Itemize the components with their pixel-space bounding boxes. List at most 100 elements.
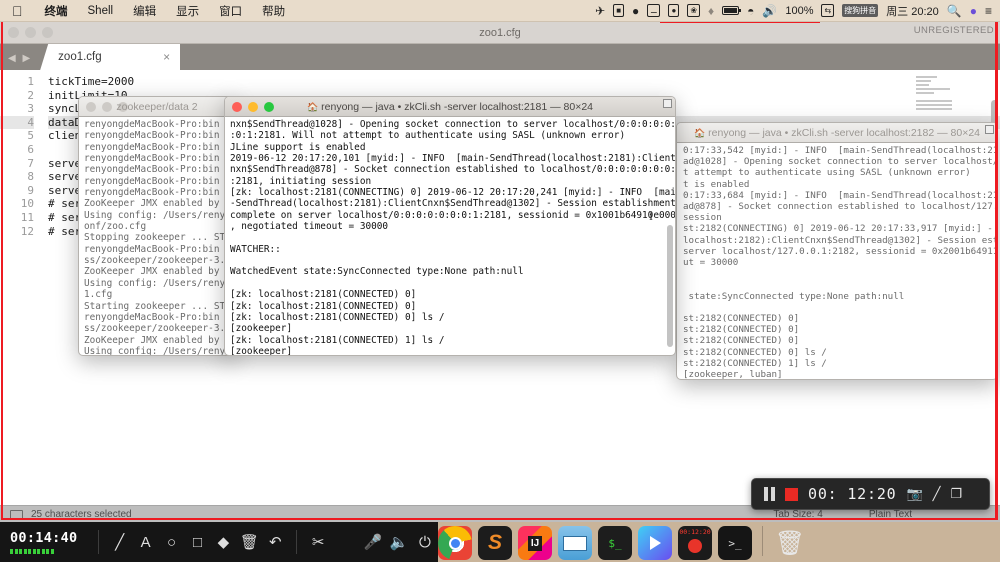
speaker-icon[interactable]: 🔈 bbox=[386, 535, 412, 550]
menu-item-terminal[interactable]: 终端 bbox=[35, 3, 78, 19]
terminal-line: t is enabled bbox=[683, 178, 750, 190]
home-icon: 🏠 bbox=[306, 101, 319, 112]
menu-item-window[interactable]: 窗口 bbox=[209, 3, 252, 19]
recorder-toolbar[interactable]: 00:14:40 ╱ A ○ □ ◆ 🗑 ↶ ✂ 🎤 🔈 ⏻ bbox=[0, 522, 438, 562]
sublime-titlebar: zoo1.cfg UNREGISTERED bbox=[0, 22, 1000, 44]
trash-icon[interactable]: 🗑 bbox=[236, 535, 262, 550]
bell-icon[interactable]: ● bbox=[632, 5, 639, 17]
pause-icon[interactable] bbox=[764, 487, 775, 501]
stop-icon[interactable] bbox=[785, 487, 798, 501]
red-annotation-line-right bbox=[995, 20, 998, 520]
recording-hud[interactable]: 00: 12:20 📷 ╱ ❐ bbox=[751, 478, 990, 510]
rectangle-icon[interactable]: □ bbox=[185, 535, 211, 550]
apple-icon[interactable]:  bbox=[8, 4, 35, 18]
terminal-line: JLine support is enabled bbox=[230, 141, 366, 153]
terminal-line: localhost:2182):ClientCnxn$SendThread@13… bbox=[683, 234, 997, 246]
camera-icon[interactable]: 📷 bbox=[906, 486, 922, 502]
siri-icon[interactable]: ● bbox=[970, 5, 977, 17]
brush-icon[interactable]: ╱ bbox=[107, 535, 133, 550]
trash-icon: 🗑 bbox=[774, 529, 806, 557]
undo-icon[interactable]: ↶ bbox=[262, 535, 288, 550]
clock-label[interactable]: 周三 20:20 bbox=[886, 3, 939, 19]
flower-icon[interactable]: ❀ bbox=[687, 4, 701, 17]
console-icon[interactable] bbox=[10, 509, 23, 519]
display-icon[interactable]: ⚊ bbox=[647, 4, 661, 17]
terminal-line: renyongdeMacBook-Pro:bin bbox=[84, 130, 220, 142]
menu-item-edit[interactable]: 编辑 bbox=[123, 3, 166, 19]
terminal-line: st:2182(CONNECTED) 0] bbox=[683, 313, 800, 325]
dock-recorder-time: 00:12:20 bbox=[679, 528, 711, 536]
text-icon[interactable]: A bbox=[133, 535, 159, 550]
terminal-output-background[interactable]: renyongdeMacBook-Pro:bin renyongdeMacBook… bbox=[79, 117, 235, 355]
dock-terminal[interactable]: >_ bbox=[718, 526, 752, 560]
dock-chrome[interactable] bbox=[438, 526, 472, 560]
dock-keynote[interactable] bbox=[558, 526, 592, 560]
dock-sublime-text[interactable]: S bbox=[478, 526, 512, 560]
dock-player[interactable] bbox=[638, 526, 672, 560]
dock-iterm[interactable]: $_ bbox=[598, 526, 632, 560]
terminal-line: renyongdeMacBook-Pro:bin bbox=[84, 175, 220, 187]
terminal-titlebar-2181[interactable]: 🏠 renyong — java • zkCli.sh -server local… bbox=[225, 97, 675, 117]
terminal-line: renyongdeMacBook-Pro:bin bbox=[84, 164, 220, 176]
keyboard-switch-icon[interactable]: ⇆ bbox=[821, 4, 835, 17]
close-icon[interactable]: × bbox=[163, 50, 170, 64]
resize-grip-icon[interactable] bbox=[985, 125, 994, 134]
code-line[interactable]: tickTime=2000 bbox=[48, 75, 1000, 89]
eraser-icon[interactable]: ◆ bbox=[210, 535, 236, 550]
terminal-output-2182[interactable]: 0:17:33,542 [myid:] - INFO [main-SendThr… bbox=[677, 143, 997, 379]
terminal-titlebar-background[interactable]: zookeeper/data 2 bbox=[79, 97, 235, 117]
terminal-line: nxn$SendThread@1028] - Opening socket co… bbox=[230, 119, 675, 130]
window-icon[interactable]: ❐ bbox=[951, 486, 963, 502]
line-number-gutter: 1 2 3 4 5 6 7 8 9 10 11 12 bbox=[0, 70, 40, 522]
menu-bar-status-items: ✈ ■ ● ⚊ ● ❀ ♦ ◓ 🔊 100% ⇆ 搜狗拼音 周三 20:20 🔍… bbox=[595, 3, 1000, 19]
line-number: 2 bbox=[27, 88, 34, 102]
menu-item-help[interactable]: 帮助 bbox=[252, 3, 295, 19]
terminal-output-2181[interactable]: nxn$SendThread@1028] - Opening socket co… bbox=[225, 117, 675, 355]
menu-item-view[interactable]: 显示 bbox=[166, 3, 209, 19]
dock-terminal-glyph: >_ bbox=[728, 536, 742, 550]
dock-trash[interactable]: 🗑 bbox=[773, 526, 807, 560]
microphone-icon[interactable]: 🎤 bbox=[360, 535, 386, 550]
microphone-icon[interactable]: ● bbox=[668, 4, 680, 17]
tab-nav-arrows-icon[interactable]: ◀ ▶ bbox=[0, 53, 40, 70]
terminal-titlebar-2182[interactable]: 🏠 renyong — java • zkCli.sh -server local… bbox=[677, 123, 997, 143]
search-icon[interactable]: 🔍 bbox=[947, 5, 962, 17]
control-center-icon[interactable]: ≡ bbox=[985, 5, 992, 17]
menu-item-shell[interactable]: Shell bbox=[78, 5, 124, 17]
bluetooth-icon[interactable]: ♦ bbox=[708, 5, 714, 17]
tab-size-status[interactable]: Tab Size: 4 bbox=[773, 509, 822, 520]
line-number: 11 bbox=[20, 210, 34, 224]
terminal-window-2182[interactable]: 🏠 renyong — java • zkCli.sh -server local… bbox=[676, 122, 998, 380]
tab-zoo1-cfg[interactable]: zoo1.cfg × bbox=[40, 44, 181, 70]
screen:  终端 Shell 编辑 显示 窗口 帮助 ✈ ■ ● ⚊ ● ❀ ♦ ◓ 🔊… bbox=[0, 0, 1000, 562]
terminal-line: Stopping zookeeper ... ST bbox=[84, 232, 226, 244]
terminal-scrollbar-2181[interactable] bbox=[667, 225, 673, 347]
terminal-title-label-2181: 🏠 renyong — java • zkCli.sh -server local… bbox=[225, 101, 675, 113]
terminal-line: Using config: /Users/reny bbox=[84, 277, 226, 289]
battery-icon[interactable] bbox=[722, 6, 742, 15]
terminal-title-text-2182: renyong — java • zkCli.sh -server localh… bbox=[708, 126, 981, 139]
hud-elapsed-time: 00: 12:20 bbox=[808, 485, 897, 503]
terminal-window-background[interactable]: zookeeper/data 2 renyongdeMacBook-Pro:bi… bbox=[78, 96, 236, 356]
terminal-line: st:2182(CONNECTED) 0] bbox=[683, 335, 800, 347]
ellipse-icon[interactable]: ○ bbox=[159, 535, 185, 550]
dock-screen-recorder[interactable]: 00:12:20 bbox=[678, 526, 712, 560]
volume-icon[interactable]: 🔊 bbox=[762, 5, 777, 17]
power-icon[interactable]: ⏻ bbox=[412, 535, 438, 550]
terminal-window-2181[interactable]: 🏠 renyong — java • zkCli.sh -server local… bbox=[224, 96, 676, 356]
terminal-line: WatchedEvent state:SyncConnected type:No… bbox=[230, 266, 524, 278]
syntax-status[interactable]: Plain Text bbox=[869, 509, 912, 520]
scissors-icon[interactable]: ✂ bbox=[305, 535, 331, 550]
input-method-label[interactable]: 搜狗拼音 bbox=[842, 4, 879, 17]
pen-icon[interactable]: ╱ bbox=[933, 486, 941, 502]
resize-grip-icon-2181[interactable] bbox=[663, 99, 672, 108]
screenshot-icon[interactable]: ■ bbox=[613, 4, 625, 17]
dock-intellij-idea[interactable]: IJ bbox=[518, 526, 552, 560]
wifi-icon[interactable]: ◓ bbox=[747, 5, 754, 17]
terminal-line: st:2182(CONNECTED) 1] ls / bbox=[683, 357, 827, 369]
rocket-icon[interactable]: ✈ bbox=[595, 5, 605, 17]
